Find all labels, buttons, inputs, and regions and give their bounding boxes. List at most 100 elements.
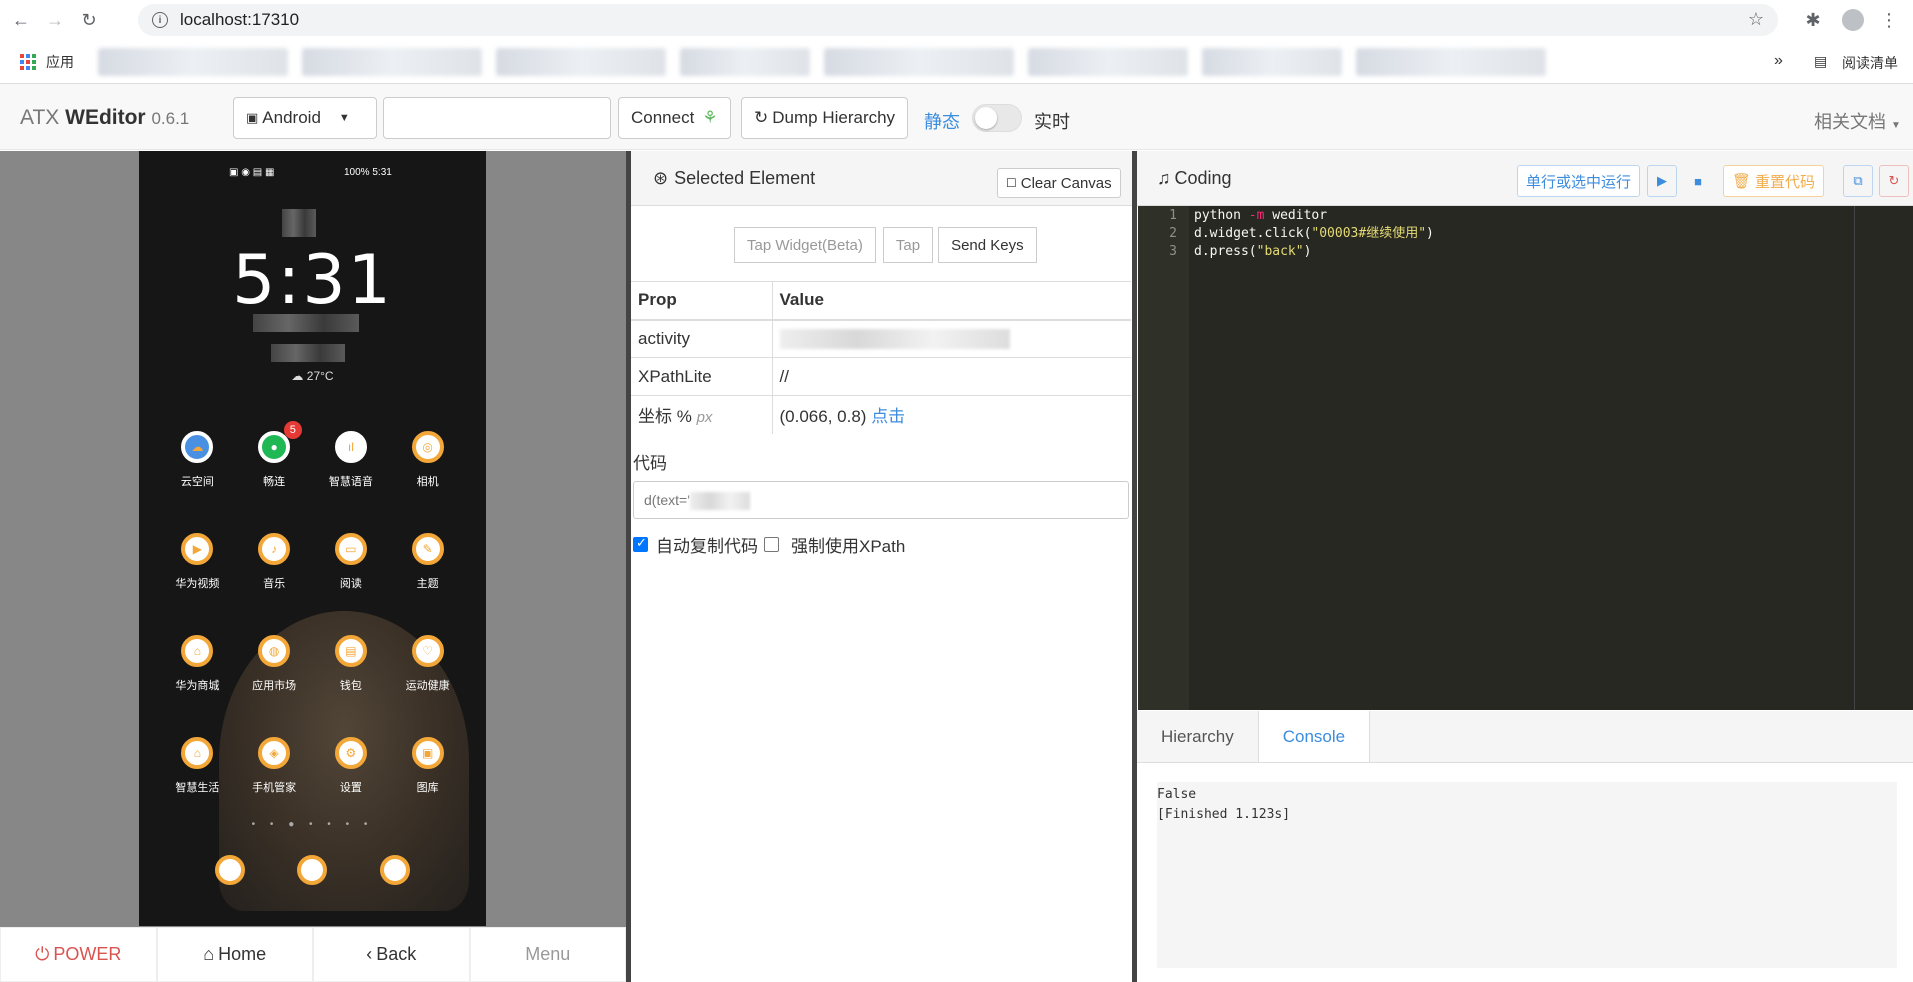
coord-click-link[interactable]: 点击: [871, 407, 905, 426]
apps-link[interactable]: 应用: [46, 52, 74, 72]
home-button[interactable]: ⌂ Home: [156, 927, 313, 982]
copy-icon[interactable]: ⧉: [1843, 165, 1873, 197]
code-token: "back": [1256, 244, 1304, 259]
app-appgallery[interactable]: ◍ 应用市场: [236, 635, 313, 693]
realtime-mode-label[interactable]: 实时: [1034, 108, 1070, 134]
messages-icon[interactable]: [297, 855, 328, 885]
code-label: 代码: [633, 454, 667, 473]
dump-hierarchy-button[interactable]: ↻ Dump Hierarchy: [741, 97, 909, 139]
reading-list-link[interactable]: 阅读清单: [1842, 53, 1898, 73]
app-health[interactable]: ♡ 运动健康: [389, 635, 466, 693]
app-themes[interactable]: ✎ 主题: [389, 533, 466, 591]
bookmark-item[interactable]: [496, 47, 666, 76]
bookmark-item[interactable]: [1028, 47, 1188, 76]
console-line: False: [1157, 787, 1197, 802]
code-options: 自动复制代码 强制使用XPath: [633, 532, 905, 557]
temperature: 27°C: [306, 369, 334, 383]
play-icon[interactable]: ▶: [1647, 165, 1677, 197]
app-cloud[interactable]: ☁ 云空间: [159, 431, 236, 489]
bookmark-item[interactable]: [680, 47, 810, 76]
tap-button[interactable]: Tap: [882, 227, 934, 263]
address-bar[interactable]: i localhost:17310 ☆: [138, 4, 1778, 36]
browser-toolbar: ← → ↻ i localhost:17310 ☆ ✱ ⋮: [0, 0, 1913, 40]
reset-code-button[interactable]: 🗑 重置代码: [1723, 165, 1825, 197]
app-music[interactable]: ♪ 音乐: [236, 533, 313, 591]
profile-avatar-icon[interactable]: [1840, 7, 1866, 33]
dump-label: Dump Hierarchy: [772, 108, 896, 127]
browser-app-icon[interactable]: [379, 855, 410, 885]
bookmark-item[interactable]: [98, 47, 288, 76]
tab-hierarchy[interactable]: Hierarchy: [1137, 711, 1258, 762]
more-bookmarks-icon[interactable]: »: [1774, 52, 1783, 70]
selected-element-pane: ⊛ Selected Element ☐ Clear Canvas Tap Widg…: [631, 151, 1132, 982]
phone-call-icon[interactable]: [215, 855, 246, 885]
bookmark-item[interactable]: [1202, 47, 1342, 76]
browser-menu-icon[interactable]: ⋮: [1876, 7, 1902, 33]
platform-select[interactable]: ▣ Android ▼: [233, 97, 377, 139]
forward-arrow-icon[interactable]: →: [42, 7, 68, 33]
clear-canvas-button[interactable]: ☐ Clear Canvas: [997, 168, 1121, 198]
app-meetime[interactable]: ● 5 畅连: [236, 421, 313, 489]
crosshair-icon: ⊛: [653, 168, 669, 188]
tap-widget-button[interactable]: Tap Widget(Beta): [734, 227, 876, 263]
app-voice[interactable]: ıl 智慧语音: [313, 431, 390, 489]
app-camera[interactable]: ◎ 相机: [389, 431, 466, 489]
static-mode-label[interactable]: 静态: [924, 108, 960, 134]
connect-label: Connect: [631, 108, 695, 127]
app-wallet[interactable]: ▤ 钱包: [313, 635, 390, 693]
video-icon: ▶: [181, 533, 214, 565]
auto-copy-label[interactable]: 自动复制代码: [656, 532, 758, 557]
restart-icon[interactable]: ↻: [1879, 165, 1909, 197]
code-lines[interactable]: python -m weditor d.widget.click("00003#…: [1194, 207, 1434, 261]
bookmark-item[interactable]: [302, 47, 482, 76]
app-gallery[interactable]: ▣ 图库: [389, 737, 466, 795]
square-icon: ☐: [1006, 176, 1017, 190]
device-address-input[interactable]: [383, 97, 611, 139]
selected-element-header: ⊛ Selected Element ☐ Clear Canvas: [631, 151, 1132, 206]
send-keys-button[interactable]: Send Keys: [938, 227, 1037, 263]
device-screenshot[interactable]: ▣ ◉ ▤ ▦ 100% 5:31 5:31 ☁ 27°C ☁ 云空间 ● 5 畅连 …: [139, 151, 486, 926]
docs-dropdown[interactable]: 相关文档 ▼: [1814, 108, 1901, 134]
chevron-left-icon: ‹: [366, 944, 373, 964]
code-line: d.widget.click("00003#继续使用"): [1194, 225, 1434, 243]
back-button[interactable]: ‹ Back: [313, 927, 470, 982]
code-editor[interactable]: 1 2 3 python -m weditor d.widget.click("…: [1138, 206, 1913, 710]
app-smartlife[interactable]: ⌂ 智慧生活: [159, 737, 236, 795]
reload-icon[interactable]: ↻: [76, 7, 102, 33]
realtime-toggle[interactable]: [972, 104, 1022, 132]
selected-element-title: ⊛ Selected Element: [653, 168, 815, 189]
app-manager[interactable]: ◈ 手机管家: [236, 737, 313, 795]
app-settings[interactable]: ⚙ 设置: [313, 737, 390, 795]
reading-list-icon[interactable]: ▤: [1814, 53, 1827, 70]
value-header: Value: [772, 281, 1131, 321]
menu-label: Menu: [525, 944, 571, 964]
tab-console[interactable]: Console: [1257, 711, 1371, 762]
power-button[interactable]: ⏻ POWER: [0, 927, 157, 982]
image-icon: ▣: [411, 737, 444, 769]
generated-code-field[interactable]: d(text=': [633, 481, 1129, 519]
bag-icon: ◍: [258, 635, 291, 667]
app-video[interactable]: ▶ 华为视频: [159, 533, 236, 591]
back-arrow-icon[interactable]: ←: [8, 7, 34, 33]
app-vmall[interactable]: ⌂ 华为商城: [159, 635, 236, 693]
bookmark-item[interactable]: [1356, 47, 1546, 76]
force-xpath-label[interactable]: 强制使用XPath: [791, 532, 905, 557]
code-line: d.press("back"): [1194, 243, 1434, 261]
bookmark-star-icon[interactable]: ☆: [1748, 9, 1764, 30]
connect-button[interactable]: Connect ⚘: [618, 97, 731, 139]
run-selection-button[interactable]: 单行或选中运行: [1517, 165, 1641, 197]
code-token: d.widget.click(: [1194, 226, 1312, 241]
app-reader[interactable]: ▭ 阅读: [313, 533, 390, 591]
auto-copy-checkbox[interactable]: [633, 535, 648, 552]
extensions-icon[interactable]: ✱: [1800, 7, 1826, 33]
coord-unit[interactable]: px: [697, 409, 713, 426]
docs-label: 相关文档: [1814, 112, 1886, 132]
menu-button[interactable]: Menu: [469, 927, 626, 982]
console-line: [Finished 1.123s]: [1157, 807, 1291, 822]
force-xpath-checkbox[interactable]: [764, 537, 779, 552]
stop-icon[interactable]: ■: [1683, 165, 1713, 197]
info-icon[interactable]: i: [152, 12, 168, 28]
apps-grid-icon[interactable]: [20, 53, 36, 70]
bookmark-item[interactable]: [824, 47, 1014, 76]
line-number: 1: [1169, 208, 1177, 223]
